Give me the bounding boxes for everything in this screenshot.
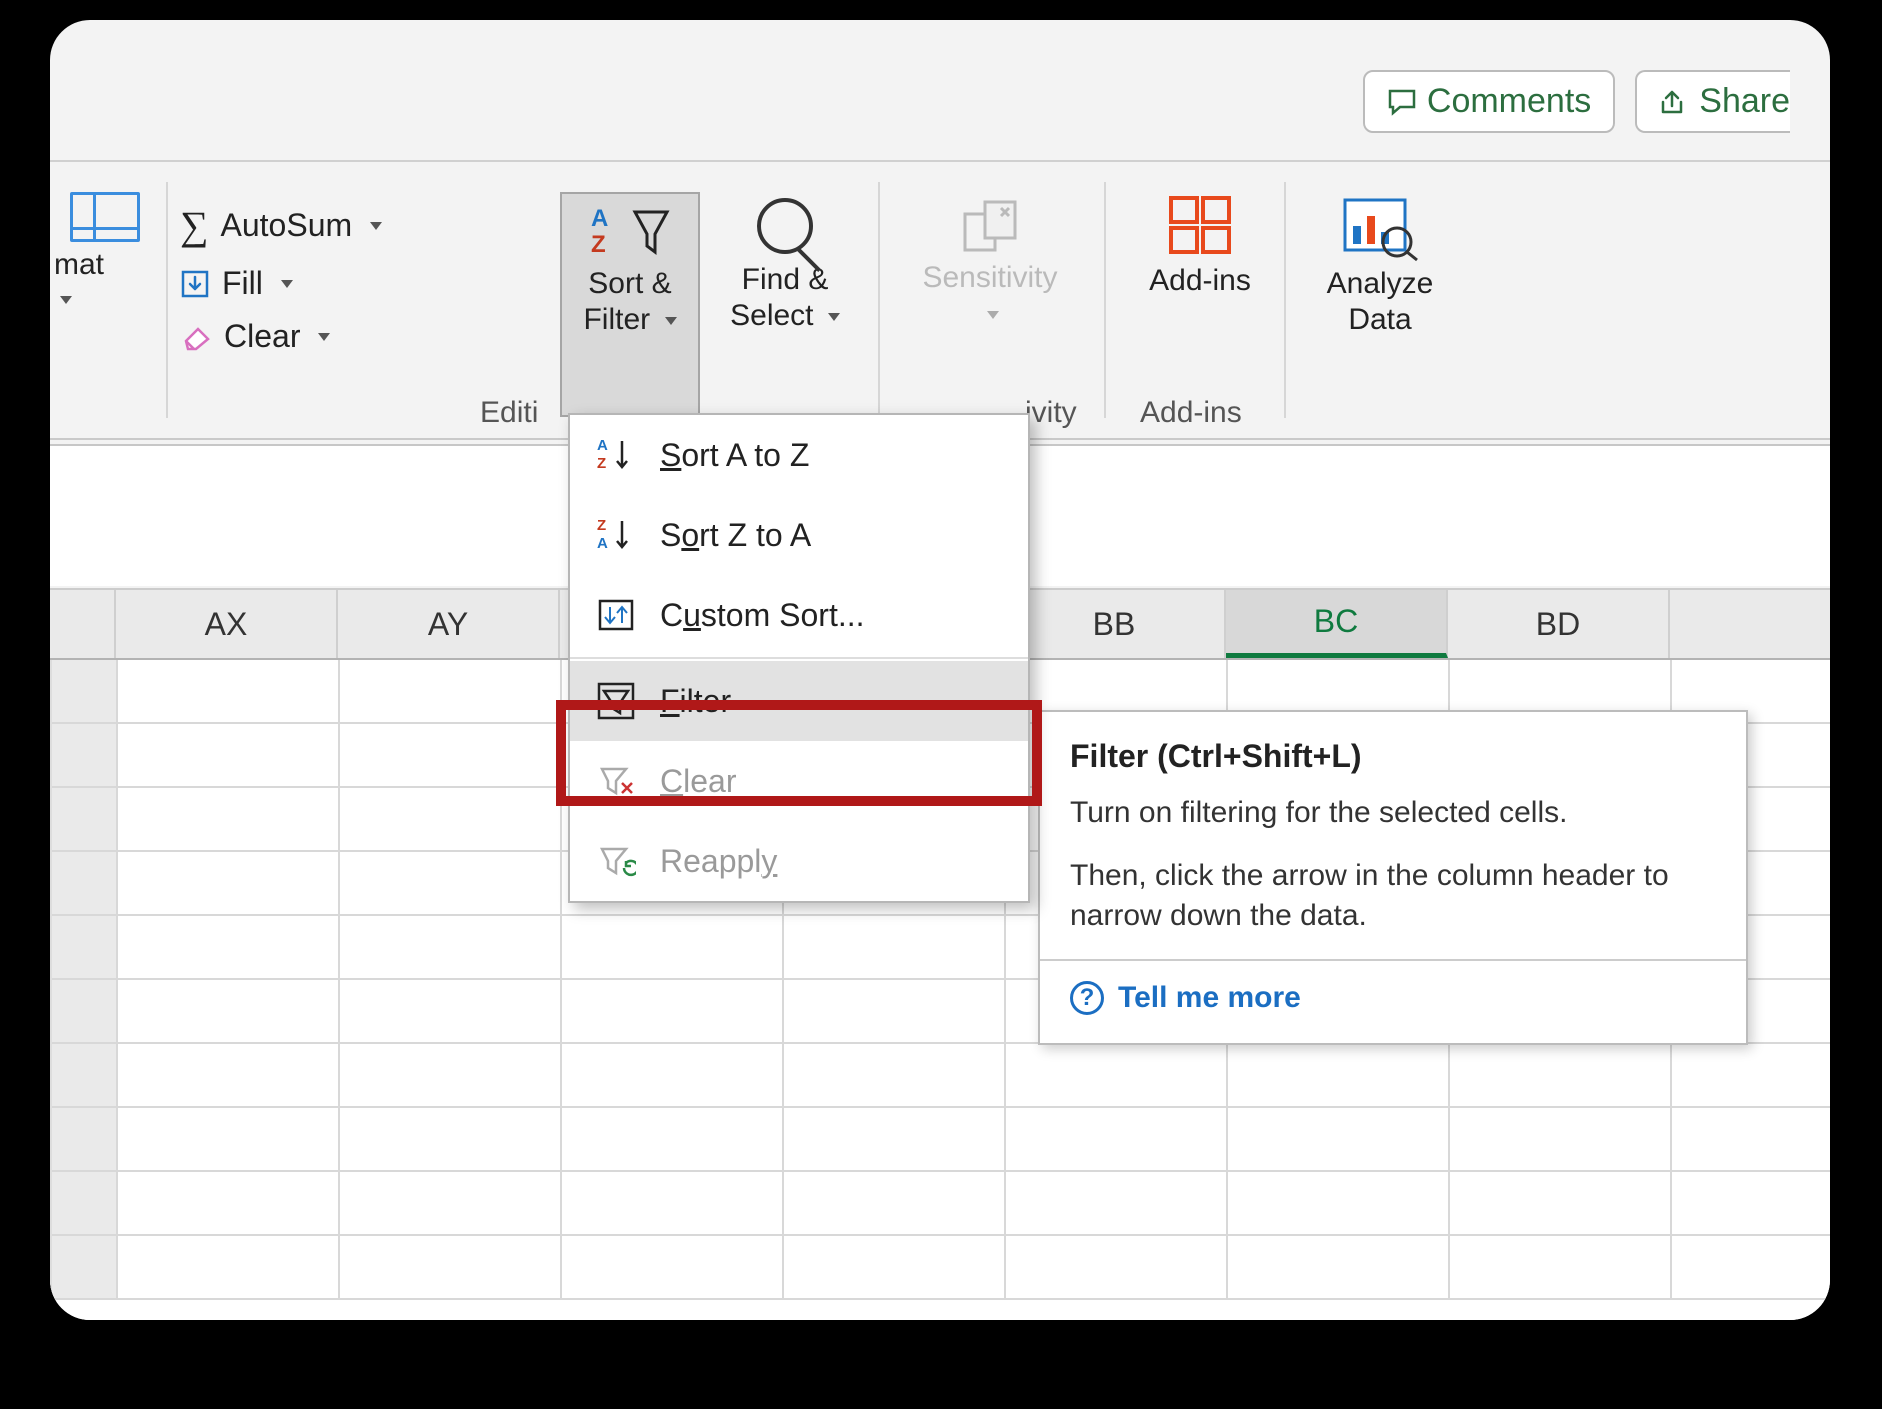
funnel-icon (631, 204, 671, 260)
svg-text:A: A (597, 535, 608, 552)
magnifier-icon (757, 198, 813, 254)
clear-filter-icon (594, 759, 638, 803)
column-header[interactable]: BB (1004, 590, 1226, 658)
menu-sort-za[interactable]: Z A Sort Z to A (570, 495, 1028, 575)
tooltip-body: Then, click the arrow in the column head… (1070, 856, 1716, 937)
addins-button[interactable]: Add-ins (1125, 192, 1275, 299)
fill-button[interactable]: Fill (180, 265, 382, 302)
share-icon (1659, 88, 1689, 116)
format-button[interactable]: mat (50, 192, 155, 316)
clear-button[interactable]: Clear (180, 318, 382, 355)
editing-stack: ∑ AutoSum Fill Clear (180, 202, 382, 355)
custom-sort-icon (594, 593, 638, 637)
clear-label: Clear (224, 318, 300, 355)
group-label-sensitivity: ivity (1025, 396, 1077, 430)
group-divider (1104, 182, 1106, 418)
ribbon: mat ∑ AutoSum Fill (50, 160, 1830, 440)
sensitivity-icon (955, 196, 1025, 256)
sort-az-icon: A Z (594, 433, 638, 477)
sensitivity-button: Sensitivity (900, 192, 1080, 332)
chevron-down-icon (60, 296, 72, 304)
tooltip-separator (1040, 959, 1746, 961)
svg-text:A: A (597, 437, 608, 454)
sort-az-icon: A Z (589, 204, 629, 260)
column-header[interactable]: AY (338, 590, 560, 658)
chevron-down-icon (665, 317, 677, 325)
comment-icon (1387, 88, 1417, 116)
svg-text:Z: Z (591, 231, 606, 258)
menu-label: Custom Sort... (660, 597, 865, 634)
menu-label: Clear (660, 763, 736, 800)
menu-reapply: Reapply (570, 821, 1028, 901)
format-icon (70, 192, 140, 242)
filter-tooltip: Filter (Ctrl+Shift+L) Turn on filtering … (1038, 710, 1748, 1045)
sort-filter-button[interactable]: A Z Sort & Filter (560, 192, 700, 417)
tooltip-title: Filter (Ctrl+Shift+L) (1070, 738, 1716, 775)
group-divider (1284, 182, 1286, 418)
eraser-icon (180, 323, 212, 351)
sort-za-icon: Z A (594, 513, 638, 557)
column-header[interactable]: BD (1448, 590, 1670, 658)
reapply-icon (594, 839, 638, 883)
addins-label: Add-ins (1125, 263, 1275, 299)
autosum-label: AutoSum (221, 207, 353, 244)
menu-clear-filter: Clear (570, 741, 1028, 821)
help-icon: ? (1070, 981, 1104, 1015)
chevron-down-icon (987, 311, 999, 319)
analyze-icon (1341, 196, 1419, 262)
addins-icon (1165, 192, 1235, 258)
chevron-down-icon (828, 313, 840, 321)
chevron-down-icon[interactable] (370, 222, 382, 230)
group-label-editing: Editi (480, 396, 538, 430)
comments-label: Comments (1427, 82, 1591, 121)
menu-custom-sort[interactable]: Custom Sort... (570, 575, 1028, 655)
chevron-down-icon[interactable] (281, 280, 293, 288)
column-header[interactable] (1670, 590, 1830, 658)
share-button[interactable]: Share (1635, 70, 1790, 133)
menu-label: Filter (660, 683, 731, 720)
svg-text:A: A (591, 205, 608, 232)
menu-label: Reapply (660, 843, 777, 880)
tooltip-link-label: Tell me more (1118, 981, 1301, 1015)
svg-text:Z: Z (597, 455, 606, 472)
app-window: Comments Share mat ∑ AutoSum (50, 20, 1830, 1320)
group-divider (166, 182, 168, 418)
menu-label: Sort A to Z (660, 437, 809, 474)
titlebar-actions: Comments Share (1363, 70, 1790, 133)
select-all-corner[interactable] (50, 590, 116, 658)
tooltip-body: Turn on filtering for the selected cells… (1070, 793, 1716, 834)
group-label-addins: Add-ins (1140, 396, 1242, 430)
fill-icon (180, 269, 210, 299)
menu-separator (570, 657, 1028, 659)
sort-filter-dropdown: A Z Sort A to Z Z A Sort Z to A (568, 413, 1030, 903)
comments-button[interactable]: Comments (1363, 70, 1615, 133)
find-select-button[interactable]: Find & Select (710, 192, 860, 334)
group-divider (878, 182, 880, 418)
funnel-icon (594, 679, 638, 723)
column-header-selected[interactable]: BC (1226, 590, 1448, 658)
share-label: Share (1699, 82, 1790, 121)
column-header[interactable]: AX (116, 590, 338, 658)
svg-text:Z: Z (597, 517, 606, 534)
autosum-button[interactable]: ∑ AutoSum (180, 202, 382, 249)
fill-label: Fill (222, 265, 263, 302)
menu-filter[interactable]: Filter (570, 661, 1028, 741)
chevron-down-icon[interactable] (318, 333, 330, 341)
analyze-data-button[interactable]: Analyze Data (1300, 192, 1460, 338)
menu-label: Sort Z to A (660, 517, 811, 554)
tell-me-more-link[interactable]: ? Tell me more (1070, 981, 1716, 1015)
sigma-icon: ∑ (180, 202, 209, 249)
menu-sort-az[interactable]: A Z Sort A to Z (570, 415, 1028, 495)
